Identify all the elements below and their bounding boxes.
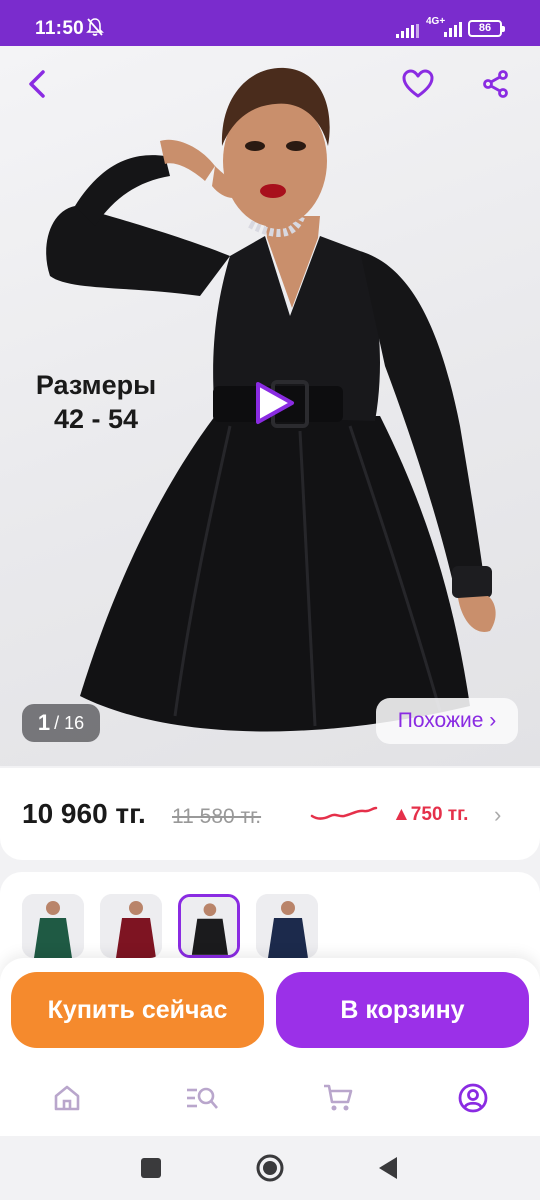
square-icon [141,1158,161,1178]
back-arrow-icon [29,70,45,98]
variant-thumb-navy[interactable] [256,894,318,958]
play-icon[interactable] [250,380,296,426]
back-system-button[interactable] [372,1152,404,1184]
price-delta: ▲750 тг. [392,804,469,825]
share-button[interactable] [474,62,518,106]
recent-apps-button[interactable] [135,1152,167,1184]
bottom-navigation [0,1058,540,1136]
home-icon [54,1085,80,1111]
variant-thumb-burgundy[interactable] [100,894,162,958]
profile-icon [458,1083,488,1113]
price-section[interactable]: 10 960 тг. 11 580 тг. ▲750 тг. › [0,768,540,860]
variant-burgundy-image [100,894,162,958]
variant-black-image [181,897,237,955]
share-icon [483,70,508,98]
app-screen: 11:50 4G+ 86 Размеры 42 - 54 1 / 16 Похо… [0,0,540,1200]
triangle-back-icon [379,1157,397,1179]
network-type: 4G+ [426,16,446,27]
variant-thumb-black[interactable] [178,894,240,958]
status-bar: 11:50 4G+ 86 [0,0,540,46]
cart-icon [324,1084,353,1111]
nav-catalog[interactable] [182,1078,222,1118]
similar-products-button[interactable]: Похожие › [376,698,518,744]
favorite-button[interactable] [396,62,440,106]
variant-thumb-green[interactable] [22,894,84,958]
signal-strength-2-icon [444,22,462,37]
price-trend-icon [310,806,378,820]
variant-navy-image [256,894,318,958]
sizes-range: 42 - 54 [53,404,139,434]
image-counter: 1 / 16 [22,704,100,742]
chevron-right-icon[interactable]: › [494,802,501,828]
product-image-gallery[interactable]: Размеры 42 - 54 1 / 16 Похожие › [0,46,540,766]
catalog-search-icon [187,1087,218,1109]
sizes-overlay: Размеры 42 - 54 [18,368,174,436]
system-navigation-bar [0,1136,540,1200]
current-price: 10 960 тг. [22,798,146,829]
back-button[interactable] [16,62,60,106]
add-to-cart-button[interactable]: В корзину [276,972,529,1048]
image-counter-total: / 16 [54,712,85,733]
signal-strength-icon [396,24,419,38]
home-system-button[interactable] [254,1152,286,1184]
nav-home[interactable] [47,1078,87,1118]
buy-now-button[interactable]: Купить сейчас [11,972,264,1048]
heart-icon [402,69,434,98]
nav-cart[interactable] [318,1078,358,1118]
variant-green-image [22,894,84,958]
nav-profile[interactable] [453,1078,493,1118]
image-counter-current: 1 [37,710,51,735]
sizes-label: Размеры [35,370,157,400]
muted-bell-icon [86,18,104,36]
purchase-action-bar: Купить сейчас В корзину [0,958,540,1058]
battery-indicator: 86 [468,20,505,37]
status-time: 11:50 [35,18,85,39]
circle-home-icon [256,1154,284,1182]
old-price: 11 580 тг. [172,805,262,828]
